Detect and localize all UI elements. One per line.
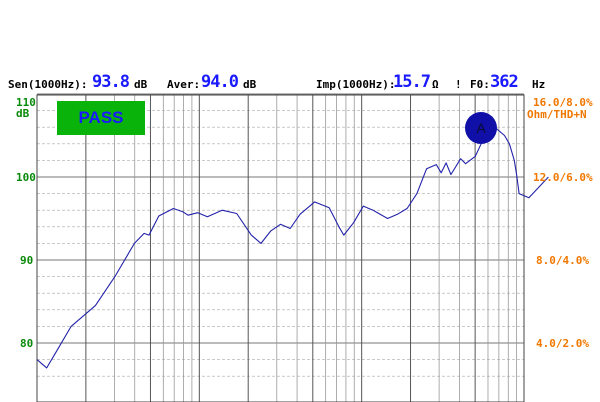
grid (36, 93, 525, 402)
right-tick-12: 12.0/6.0% (533, 171, 593, 184)
left-tick-100: 100 (16, 171, 36, 184)
left-tick-90: 90 (20, 254, 34, 267)
plot-frame (36, 94, 525, 402)
left-tick-80: 80 (20, 337, 34, 350)
pass-badge: PASS (57, 101, 145, 135)
right-tick-8: 8.0/4.0% (536, 254, 589, 267)
spl-curve-0 (36, 126, 549, 369)
marker-a: A (465, 112, 497, 144)
curve-layer (36, 126, 549, 369)
right-axis-unit: Ohm/THD+N (527, 108, 587, 121)
right-tick-4: 4.0/2.0% (536, 337, 589, 350)
left-axis-unit: dB (16, 107, 30, 120)
frequency-response-chart (36, 93, 549, 402)
